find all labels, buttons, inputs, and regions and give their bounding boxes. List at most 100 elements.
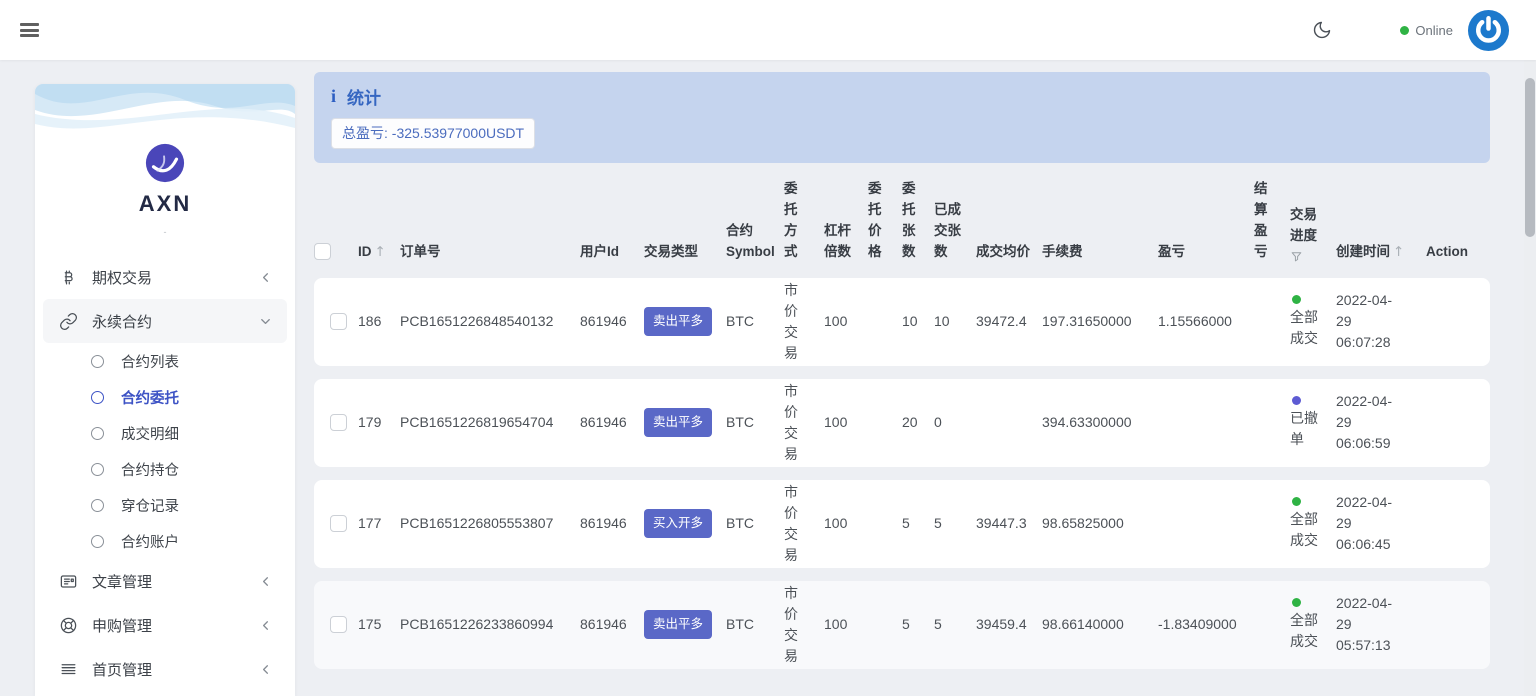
column-label: 盈亏 [1158,244,1185,259]
dark-mode-toggle[interactable] [1302,10,1342,50]
avatar[interactable] [1467,9,1510,52]
column-header-symbol: 合约 Symbol [726,179,784,265]
sidebar-subitem-label: 合约账户 [121,531,179,552]
chevron-left-icon [258,270,273,285]
page-scrollbar-thumb[interactable] [1525,78,1535,237]
info-icon: i [331,86,336,107]
moon-icon [1312,20,1332,40]
logo-text: AXN [35,191,295,217]
chevron-left-icon [258,618,273,633]
cell-order_no: PCB1651226819654704 [400,379,580,467]
orders-table: ID↑订单号用户Id交易类型合约 Symbol委托方式杠杆倍数委托价格委托张数已… [314,166,1490,682]
sidebar-subitem[interactable]: 穿仓记录 [35,487,295,523]
cell-symbol: BTC [726,480,784,568]
cell-created: 2022-04-29 06:07:28 [1336,278,1426,366]
cell-id: 175 [358,581,400,669]
progress-dot-icon [1292,295,1301,304]
progress-text: 全部成交 [1290,610,1321,652]
online-dot-icon [1400,26,1409,35]
cell-progress: 全部成交 [1290,278,1336,366]
sidebar-subitem-label: 成交明细 [121,423,179,444]
cell-symbol: BTC [726,278,784,366]
column-header-pnl: 盈亏 [1158,179,1254,265]
status-indicator: Online [1400,23,1453,38]
main-content: i 统计 总盈亏: -325.53977000USDT ID↑订单号用户Id交易… [314,72,1490,682]
column-label: 杠杆倍数 [824,221,853,263]
column-header-entrust_qty: 委托张数 [902,179,934,265]
column-label: 订单号 [400,244,441,259]
column-label: 结算盈亏 [1254,179,1269,263]
cell-select [314,581,358,669]
column-header-id: ID↑ [358,179,400,265]
table-row: 177PCB1651226805553807861946买入开多BTC市价交易1… [314,480,1490,568]
bullet-circle-icon [91,355,104,368]
sort-arrow-icon[interactable]: ↑ [1390,244,1404,260]
sidebar-item[interactable]: 申购管理 [43,603,287,647]
trade-type-badge: 卖出平多 [644,408,712,437]
table-row: 179PCB1651226819654704861946卖出平多BTC市价交易1… [314,379,1490,467]
column-header-progress: 交易进度 [1290,179,1336,265]
bullet-circle-icon [91,535,104,548]
row-checkbox[interactable] [330,515,347,532]
cell-entrust_mode: 市价交易 [784,379,824,467]
cell-action [1426,581,1490,669]
sidebar-subitem-label: 穿仓记录 [121,495,179,516]
chevron-left-icon [258,574,273,589]
cell-fee: 98.65825000 [1042,480,1158,568]
sidebar-subitem-label: 合约列表 [121,351,179,372]
sort-arrow-icon[interactable]: ↑ [372,244,386,260]
statistics-panel: i 统计 总盈亏: -325.53977000USDT [314,72,1490,163]
cell-entrust_qty: 5 [902,581,934,669]
column-label: 合约 Symbol [726,223,775,259]
cell-fee: 197.31650000 [1042,278,1158,366]
sidebar-subitem-label: 合约持仓 [121,459,179,480]
hamburger-menu-icon[interactable] [20,21,39,40]
sidebar-item[interactable]: 配置管理 [43,691,287,696]
cell-avg_price: 39472.4 [976,278,1042,366]
row-checkbox[interactable] [330,313,347,330]
sidebar-subitem[interactable]: 合约列表 [35,343,295,379]
menu-lines-icon [59,660,78,679]
bitcoin-icon [59,268,78,287]
sidebar-subitem[interactable]: 合约账户 [35,523,295,559]
table-header: ID↑订单号用户Id交易类型合约 Symbol委托方式杠杆倍数委托价格委托张数已… [314,179,1490,265]
cell-pnl [1158,480,1254,568]
cell-trade_type: 买入开多 [644,480,726,568]
cell-id: 186 [358,278,400,366]
cell-created: 2022-04-29 05:57:13 [1336,581,1426,669]
column-header-order_no: 订单号 [400,179,580,265]
sidebar-nav: 期权交易永续合约合约列表合约委托成交明细合约持仓穿仓记录合约账户文章管理申购管理… [35,255,295,696]
cell-trade_type: 卖出平多 [644,581,726,669]
sidebar-subitem[interactable]: 合约委托 [35,379,295,415]
filter-icon[interactable] [1290,250,1303,263]
cell-leverage: 100 [824,278,868,366]
column-header-created: 创建时间↑ [1336,179,1426,265]
sidebar-item[interactable]: 文章管理 [43,559,287,603]
row-checkbox[interactable] [330,616,347,633]
cell-user_id: 861946 [580,480,644,568]
cell-filled_qty: 0 [934,379,976,467]
sidebar-item-label: 文章管理 [92,571,152,592]
cell-progress: 全部成交 [1290,480,1336,568]
select-all-checkbox[interactable] [314,243,331,260]
sidebar-subitem[interactable]: 合约持仓 [35,451,295,487]
progress-dot-icon [1292,497,1301,506]
sidebar-item[interactable]: 首页管理 [43,647,287,691]
sidebar: AXN - 期权交易永续合约合约列表合约委托成交明细合约持仓穿仓记录合约账户文章… [35,84,295,696]
cell-filled_qty: 5 [934,480,976,568]
sidebar-item[interactable]: 期权交易 [43,255,287,299]
row-checkbox[interactable] [330,414,347,431]
sidebar-subitem-label: 合约委托 [121,387,179,408]
chevron-left-icon [258,662,273,677]
column-label: 交易进度 [1290,205,1319,247]
table-row: 175PCB1651226233860994861946卖出平多BTC市价交易1… [314,581,1490,669]
cell-filled_qty: 10 [934,278,976,366]
cell-trade_type: 卖出平多 [644,278,726,366]
column-header-avg_price: 成交均价 [976,179,1042,265]
cell-select [314,278,358,366]
sidebar-item[interactable]: 永续合约 [43,299,287,343]
sidebar-subitem[interactable]: 成交明细 [35,415,295,451]
cell-avg_price: 39459.4 [976,581,1042,669]
cell-action [1426,379,1490,467]
trade-type-badge: 买入开多 [644,509,712,538]
